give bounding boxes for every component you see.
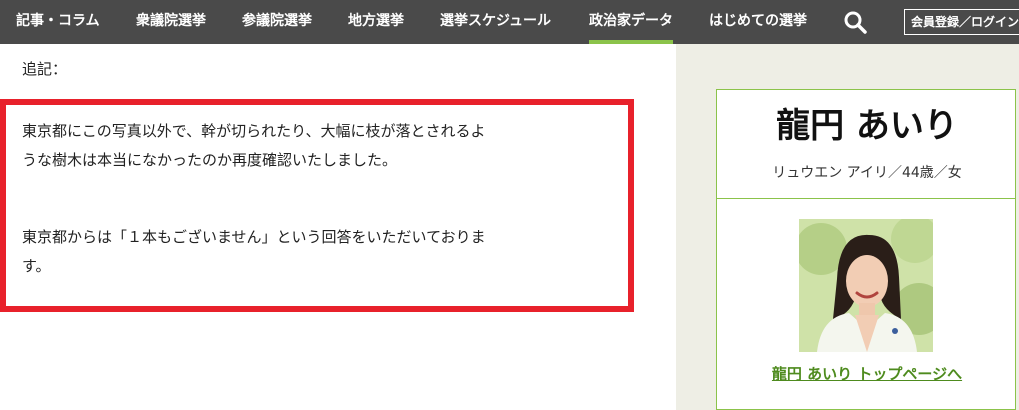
postscript-label: 追記： xyxy=(22,60,68,78)
politician-name: 龍円 あいり xyxy=(776,106,958,146)
highlighted-answer-box: 東京都にこの写真以外で、幹が切られたり、大幅に枝が落とされるよ うな樹木は本当に… xyxy=(0,99,634,312)
paragraph-line: 東京都からは「１本もございません」という回答をいただいておりま xyxy=(22,228,486,246)
nav-item-election-schedule[interactable]: 選挙スケジュール xyxy=(440,0,551,44)
nav-item-house-of-councillors[interactable]: 参議院選挙 xyxy=(242,0,312,44)
nav-item-politician-data[interactable]: 政治家データ xyxy=(589,0,673,44)
paragraph-line: 東京都にこの写真以外で、幹が切られたり、大幅に枝が落とされるよ xyxy=(22,122,486,140)
politician-profile-card: 龍円 あいり リュウエン アイリ／44歳／女 龍円 あいり トップページへ xyxy=(716,89,1016,410)
nav-item-first-election[interactable]: はじめての選挙 xyxy=(709,0,807,44)
politician-info: リュウエン アイリ／44歳／女 xyxy=(772,165,962,181)
search-icon[interactable] xyxy=(843,10,867,34)
card-divider xyxy=(717,198,1015,199)
top-navigation: 記事・コラム 衆議院選挙 参議院選挙 地方選挙 選挙スケジュール 政治家データ … xyxy=(0,0,1019,44)
paragraph-answer: 東京都からは「１本もございません」という回答をいただいておりま す。 xyxy=(22,223,592,281)
member-login-button[interactable]: 会員登録／ログイン xyxy=(904,9,1019,35)
portrait-illustration xyxy=(799,219,933,352)
nav-item-house-of-representatives[interactable]: 衆議院選挙 xyxy=(136,0,206,44)
nav-item-local-elections[interactable]: 地方選挙 xyxy=(348,0,404,44)
politician-photo[interactable] xyxy=(799,219,933,352)
nav-item-articles[interactable]: 記事・コラム xyxy=(16,0,100,44)
paragraph-line: うな樹木は本当になかったのか再度確認いたしました。 xyxy=(22,151,398,169)
politician-top-page-link[interactable]: 龍円 あいり トップページへ xyxy=(717,363,1017,384)
paragraph-line: す。 xyxy=(22,257,51,275)
paragraph-confirmation: 東京都にこの写真以外で、幹が切られたり、大幅に枝が落とされるよ うな樹木は本当に… xyxy=(22,117,592,175)
